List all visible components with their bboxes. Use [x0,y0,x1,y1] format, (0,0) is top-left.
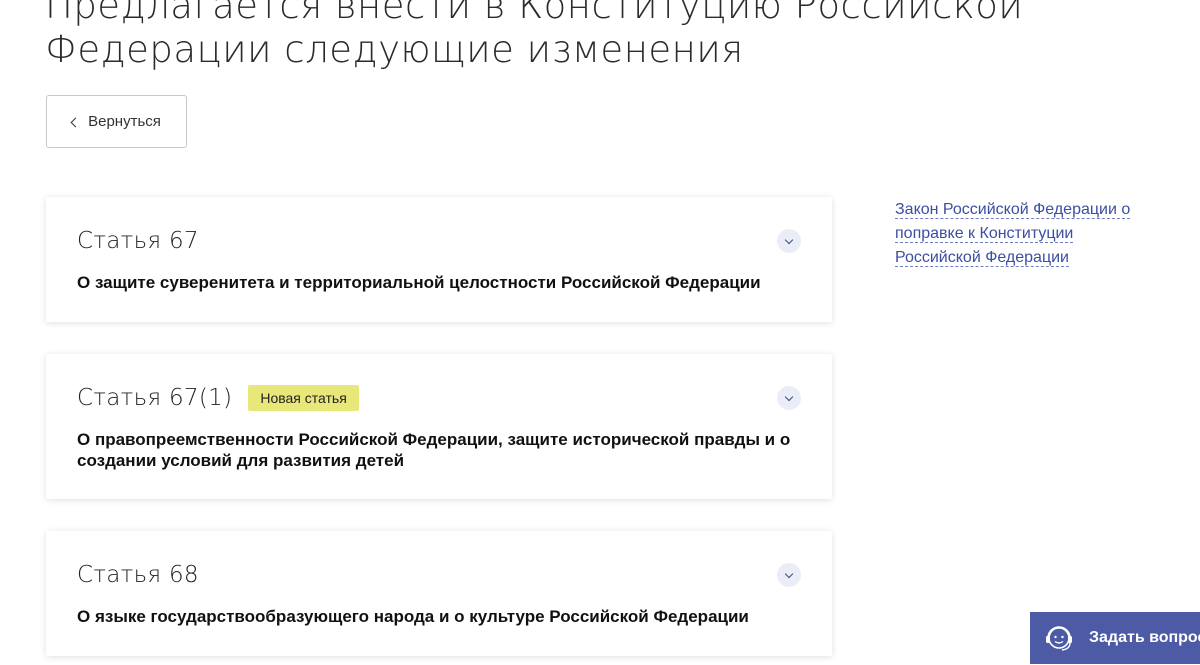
ask-question-label: Задать вопрос [1089,629,1200,646]
chevron-down-icon [784,569,794,578]
article-subtitle: О языке государствообразующего народа и … [77,607,749,626]
article-number: Статья 67 [77,228,199,254]
support-agent-icon [1046,626,1072,651]
expand-button[interactable] [777,386,801,410]
page-title: Предлагается внести в Конституцию Россий… [45,0,1024,71]
new-article-badge: Новая статья [248,385,359,411]
article-card[interactable]: Статья 68 О языке государствообразующего… [46,531,832,656]
law-link-label: Закон Российской Федерации о поправке к … [895,201,1131,267]
back-button-label: Вернуться [88,113,161,130]
article-number: Статья 68 [77,562,199,588]
expand-button[interactable] [777,229,801,253]
chevron-down-icon [784,392,794,401]
article-number: Статья 67(1) [77,385,233,411]
chevron-down-icon [784,235,794,244]
law-link[interactable]: Закон Российской Федерации о поправке к … [895,198,1135,270]
ask-question-button[interactable]: Задать вопрос [1030,612,1200,664]
expand-button[interactable] [777,563,801,587]
article-subtitle: О правопреемственности Российской Федера… [77,430,791,470]
article-card[interactable]: Статья 67 О защите суверенитета и террит… [46,197,832,322]
chevron-left-icon [70,117,81,127]
article-subtitle: О защите суверенитета и территориальной … [77,273,761,292]
article-card[interactable]: Статья 67(1) Новая статья О правопреемст… [46,354,832,499]
back-button[interactable]: Вернуться [46,95,187,148]
